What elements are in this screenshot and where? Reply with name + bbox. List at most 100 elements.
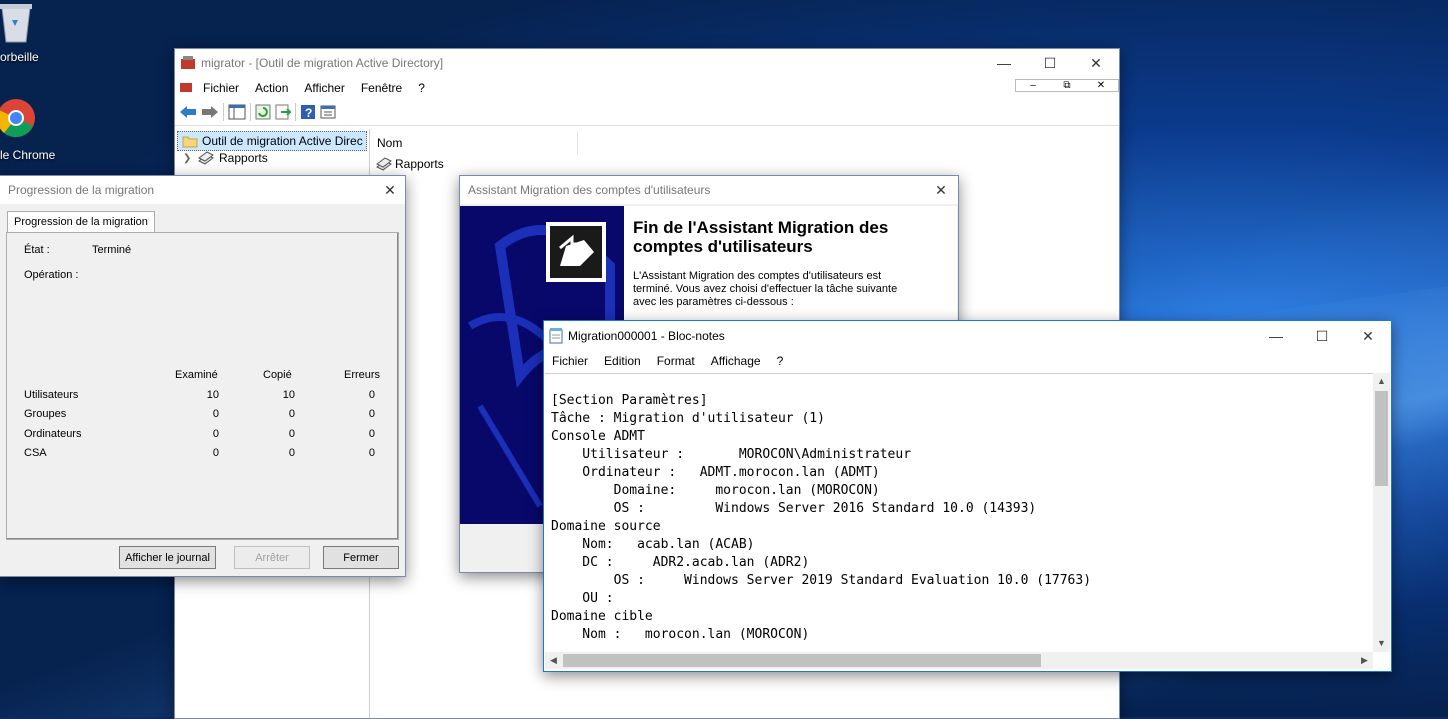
wizard-description: L'Assistant Migration des comptes d'util… bbox=[633, 270, 898, 308]
notepad-app-icon bbox=[544, 328, 568, 344]
close-button[interactable]: ✕ bbox=[1073, 49, 1119, 77]
tab-progression[interactable]: Progression de la migration bbox=[7, 211, 155, 232]
mmc-toolbar: ? bbox=[175, 99, 1119, 126]
minimize-button[interactable]: — bbox=[981, 49, 1027, 77]
row-value: 0 bbox=[368, 408, 375, 420]
close-button[interactable]: ✕ bbox=[1345, 322, 1391, 350]
minimize-button[interactable]: — bbox=[1253, 322, 1299, 350]
export-list-icon[interactable] bbox=[275, 104, 291, 120]
column-header-copie: Copié bbox=[263, 369, 292, 381]
vertical-scroll-thumb[interactable] bbox=[1375, 391, 1388, 486]
row-value: 0 bbox=[212, 408, 219, 420]
text-line: Console ADMT bbox=[551, 429, 645, 444]
properties-icon[interactable] bbox=[320, 104, 336, 120]
desktop-icon-recycle-bin[interactable]: orbeille bbox=[0, 0, 60, 70]
notepad-titlebar[interactable]: Migration000001 - Bloc-notes — ☐ ✕ bbox=[544, 321, 1391, 351]
row-value: 0 bbox=[368, 447, 375, 459]
list-item[interactable]: Rapports bbox=[371, 155, 1119, 173]
menu-fichier[interactable]: Fichier bbox=[544, 354, 596, 368]
scroll-left-arrow-icon[interactable]: ◀ bbox=[545, 652, 562, 669]
scroll-down-arrow-icon[interactable]: ▼ bbox=[1373, 635, 1390, 652]
reports-icon bbox=[376, 157, 392, 171]
horizontal-scroll-thumb[interactable] bbox=[563, 654, 1041, 667]
column-header-erreurs: Erreurs bbox=[344, 369, 381, 381]
svg-text:?: ? bbox=[305, 106, 312, 120]
notepad-text-area[interactable]: [Section Paramètres] Tâche : Migration d… bbox=[545, 373, 1374, 652]
row-label: Ordinateurs bbox=[24, 428, 82, 440]
view-log-button[interactable]: Afficher le journal bbox=[119, 546, 216, 569]
horizontal-scrollbar[interactable]: ◀ ▶ bbox=[545, 652, 1373, 669]
notepad-window[interactable]: Migration000001 - Bloc-notes — ☐ ✕ Fichi… bbox=[543, 320, 1392, 672]
column-header-label: Nom bbox=[377, 136, 403, 150]
menu-afficher[interactable]: Afficher bbox=[296, 81, 352, 95]
help-icon[interactable]: ? bbox=[300, 104, 316, 120]
progress-titlebar[interactable]: Progression de la migration ✕ bbox=[0, 176, 405, 204]
menu-fichier[interactable]: Fichier bbox=[195, 81, 247, 95]
text-line: Nom : morocon.lan (MOROCON) bbox=[551, 627, 810, 642]
progress-title: Progression de la migration bbox=[8, 183, 155, 197]
folder-icon bbox=[182, 136, 198, 148]
vertical-scrollbar[interactable]: ▲ ▼ bbox=[1373, 373, 1390, 652]
text-line: DC : ADR2.acab.lan (ADR2) bbox=[551, 555, 810, 570]
row-label: Utilisateurs bbox=[24, 389, 79, 401]
refresh-icon[interactable] bbox=[255, 104, 271, 120]
wizard-title: Assistant Migration des comptes d'utilis… bbox=[468, 183, 711, 197]
menu-help[interactable]: ? bbox=[410, 81, 433, 95]
scroll-up-arrow-icon[interactable]: ▲ bbox=[1373, 373, 1390, 390]
chevron-right-icon[interactable]: ❯ bbox=[183, 153, 197, 164]
tab-label: Progression de la migration bbox=[14, 216, 148, 228]
desktop-icon-chrome[interactable]: le Chrome bbox=[0, 96, 70, 166]
text-line: Domaine: morocon.lan (MOROCON) bbox=[551, 483, 880, 498]
mmc-app-icon bbox=[175, 55, 201, 71]
operation-label: Opération : bbox=[24, 269, 79, 281]
wizard-titlebar[interactable]: Assistant Migration des comptes d'utilis… bbox=[460, 176, 958, 204]
chrome-icon bbox=[0, 99, 35, 138]
text-line: Domaine source bbox=[551, 519, 661, 534]
text-line: OS : Windows Server 2016 Standard 10.0 (… bbox=[551, 501, 1037, 516]
menu-format[interactable]: Format bbox=[649, 354, 703, 368]
row-value: 10 bbox=[206, 389, 219, 401]
mmc-menubar: Fichier Action Afficher Fenêtre ? – ⧉ ✕ bbox=[175, 77, 1119, 99]
maximize-button[interactable]: ☐ bbox=[1027, 49, 1073, 77]
text-line: Utilisateur : MOROCON\Administrateur bbox=[551, 447, 912, 462]
mmc-titlebar[interactable]: migrator - [Outil de migration Active Di… bbox=[175, 49, 1119, 77]
desktop-icon-label: orbeille bbox=[0, 50, 39, 64]
stop-button[interactable]: Arrêter bbox=[234, 546, 310, 569]
menu-affichage[interactable]: Affichage bbox=[703, 354, 769, 368]
forward-arrow-icon[interactable] bbox=[201, 105, 219, 119]
menu-action[interactable]: Action bbox=[247, 81, 296, 95]
row-label: CSA bbox=[24, 447, 47, 459]
notepad-menubar: Fichier Edition Format Affichage ? bbox=[544, 351, 1391, 371]
progress-dialog[interactable]: Progression de la migration ✕ Progressio… bbox=[0, 175, 406, 577]
back-arrow-icon[interactable] bbox=[179, 105, 197, 119]
table-row: Groupes 0 0 0 bbox=[24, 408, 379, 427]
notepad-title: Migration000001 - Bloc-notes bbox=[568, 329, 725, 343]
row-value: 0 bbox=[212, 428, 219, 440]
close-button[interactable]: ✕ bbox=[375, 176, 405, 204]
row-value: 0 bbox=[288, 428, 295, 440]
maximize-button[interactable]: ☐ bbox=[1299, 322, 1345, 350]
text-line: Nom: acab.lan (ACAB) bbox=[551, 537, 755, 552]
mdi-restore-button[interactable]: ⧉ bbox=[1050, 80, 1084, 91]
reports-icon bbox=[198, 151, 214, 165]
scroll-right-arrow-icon[interactable]: ▶ bbox=[1356, 652, 1373, 669]
menu-fenetre[interactable]: Fenêtre bbox=[353, 81, 410, 95]
column-header-examine: Examiné bbox=[175, 369, 218, 381]
tree-root-node[interactable]: Outil de migration Active Direc bbox=[177, 131, 367, 151]
row-value: 0 bbox=[368, 428, 375, 440]
show-hide-tree-icon[interactable] bbox=[228, 104, 246, 120]
progress-tab-panel: État : Terminé Opération : Examiné Copié… bbox=[6, 232, 399, 540]
column-header-nom[interactable]: Nom bbox=[371, 131, 578, 155]
mdi-close-button[interactable]: ✕ bbox=[1084, 80, 1118, 91]
tree-node-rapports[interactable]: ❯ Rapports bbox=[183, 151, 268, 165]
menu-edition[interactable]: Edition bbox=[596, 354, 649, 368]
mdi-minimize-button[interactable]: – bbox=[1016, 80, 1050, 91]
table-row: Utilisateurs 10 10 0 bbox=[24, 389, 379, 408]
text-line: Tâche : Migration d'utilisateur (1) bbox=[551, 411, 825, 426]
menu-help[interactable]: ? bbox=[769, 354, 792, 368]
text-line: Domaine cible bbox=[551, 609, 653, 624]
mmc-menu-icon[interactable] bbox=[175, 80, 195, 97]
close-dialog-button[interactable]: Fermer bbox=[323, 546, 399, 569]
text-line: [Section Paramètres] bbox=[551, 393, 708, 408]
close-button[interactable]: ✕ bbox=[924, 176, 958, 204]
